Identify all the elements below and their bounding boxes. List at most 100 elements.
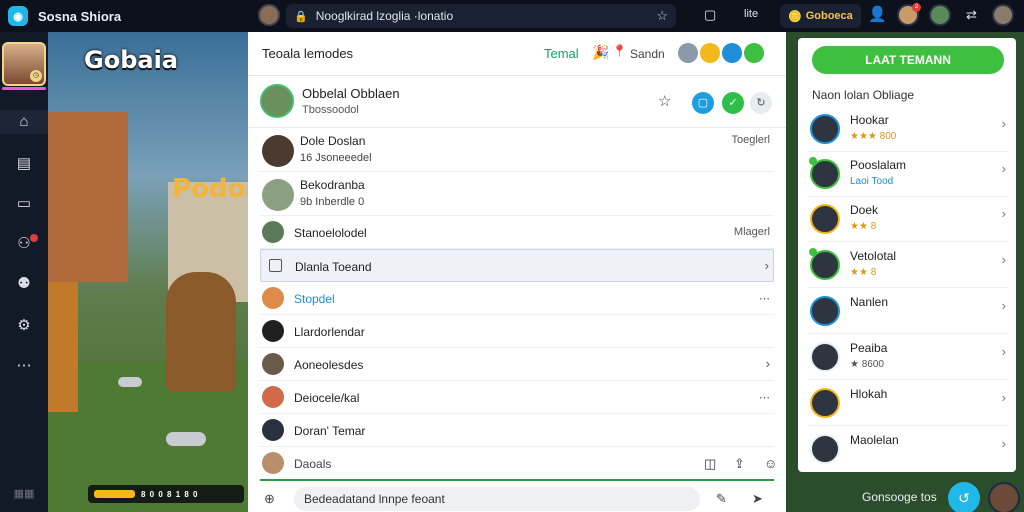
screen-icon[interactable]: ▢ bbox=[704, 7, 716, 23]
coins-pill[interactable]: 🪙 Goboeca bbox=[780, 4, 861, 28]
chevron-right-icon[interactable]: › bbox=[1002, 206, 1006, 221]
friends-panel: LAAT TEMANN Naon lolan Obliage Hookar ★★… bbox=[786, 32, 1024, 512]
chat-row[interactable]: Deiocele/kal ⋯ bbox=[260, 381, 774, 414]
emoji-icon[interactable]: ☺ bbox=[764, 456, 777, 471]
avatar[interactable] bbox=[262, 320, 284, 342]
chat-row[interactable]: Stopdel ⋯ bbox=[260, 282, 774, 315]
grid-icon[interactable]: ▦▦ bbox=[12, 482, 36, 506]
chevron-right-icon[interactable]: › bbox=[765, 258, 769, 273]
add-icon[interactable]: ⊕ bbox=[264, 491, 275, 507]
chat-row[interactable]: Dole Doslan 16 Jsoneeedel Toeglerl bbox=[260, 128, 774, 172]
avatar[interactable] bbox=[810, 342, 840, 372]
select-checkbox[interactable] bbox=[269, 259, 282, 272]
chat-row[interactable]: Aoneolesdes › bbox=[260, 348, 774, 381]
friend-item[interactable]: Maolelan › bbox=[808, 428, 1008, 472]
game-title: Gobaia bbox=[84, 46, 178, 74]
upload-icon[interactable]: ⇪ bbox=[734, 456, 745, 472]
friend-item[interactable]: Doek ★★ 8 › bbox=[808, 198, 1008, 242]
avatar[interactable] bbox=[810, 114, 840, 144]
member-avatar[interactable] bbox=[744, 43, 764, 63]
message-input[interactable]: Bedeadatand lnnpe feoant bbox=[294, 487, 700, 511]
avatar[interactable] bbox=[262, 452, 284, 474]
home-icon[interactable]: ⌂ bbox=[0, 110, 48, 134]
more-icon[interactable]: ⋯ bbox=[759, 391, 770, 404]
tab-team[interactable]: Temal bbox=[544, 46, 579, 61]
chat-row[interactable]: Bekodranba 9b Inberdle 0 bbox=[260, 172, 774, 216]
star-icon[interactable]: ☆ bbox=[656, 8, 668, 24]
avatar[interactable] bbox=[810, 434, 840, 464]
avatar[interactable] bbox=[810, 296, 840, 326]
app-logo-icon[interactable]: ◉ bbox=[8, 6, 28, 26]
chat-row[interactable]: Stanoelolodel Mlagerl bbox=[260, 216, 774, 249]
online-dot bbox=[809, 248, 817, 256]
inbox-icon[interactable]: ▭ bbox=[12, 192, 36, 216]
avatar[interactable] bbox=[810, 388, 840, 418]
friend-item[interactable]: Pooslalam Laoi Tood › bbox=[808, 153, 1008, 197]
share-icon[interactable]: ⇄ bbox=[966, 7, 977, 23]
party-icon[interactable]: ⚉ bbox=[12, 272, 36, 296]
account-avatar[interactable] bbox=[992, 4, 1014, 26]
chevron-right-icon[interactable]: › bbox=[1002, 252, 1006, 267]
avatar[interactable] bbox=[262, 221, 284, 243]
send-icon[interactable]: ➤ bbox=[752, 491, 763, 507]
more-icon[interactable]: ⋯ bbox=[759, 292, 770, 305]
camera-icon[interactable]: ◫ bbox=[704, 456, 716, 472]
open-chat[interactable]: Obbelal Obblaen Tbossoodol ☆ ▢ ✓ ↻ bbox=[248, 76, 786, 128]
add-friend-button[interactable]: LAAT TEMANN bbox=[812, 46, 1004, 74]
chevron-right-icon[interactable]: › bbox=[1002, 390, 1006, 405]
more-icon[interactable]: ⋯ bbox=[12, 354, 36, 378]
game-character bbox=[166, 272, 236, 392]
address-bar[interactable]: 🔒 Nooglkirad lzoglia ·lonatio ☆ bbox=[286, 4, 676, 28]
friend-name: Maolelan bbox=[850, 433, 899, 447]
chat-button[interactable]: ↺ bbox=[948, 482, 980, 512]
notification-badge: 2 bbox=[912, 3, 921, 12]
avatar[interactable] bbox=[262, 287, 284, 309]
user-icon[interactable]: 👤 bbox=[868, 5, 887, 23]
profile-avatar[interactable] bbox=[258, 4, 280, 26]
avatar[interactable] bbox=[262, 179, 294, 211]
avatar[interactable] bbox=[260, 84, 294, 118]
friend-item[interactable]: Hlokah › bbox=[808, 382, 1008, 426]
chevron-right-icon[interactable]: › bbox=[1002, 436, 1006, 451]
lite-icon[interactable]: lite bbox=[744, 8, 758, 20]
chevron-right-icon[interactable]: › bbox=[1002, 298, 1006, 313]
member-avatar[interactable] bbox=[722, 43, 742, 63]
coin-icon: 🪙 bbox=[788, 10, 802, 23]
avatar[interactable] bbox=[262, 386, 284, 408]
self-avatar[interactable] bbox=[988, 482, 1020, 512]
open-chat-status: Tbossoodol bbox=[302, 104, 359, 116]
chat-row[interactable]: Doran' Temar bbox=[260, 414, 774, 447]
my-avatar[interactable]: ◷ bbox=[2, 42, 46, 90]
chevron-right-icon[interactable]: › bbox=[1002, 344, 1006, 359]
avatar[interactable] bbox=[262, 135, 294, 167]
header-sub-label[interactable]: Sandn bbox=[630, 47, 665, 61]
friend-item[interactable]: Peaiba ★ 8600 › bbox=[808, 336, 1008, 380]
game-view[interactable]: Podoa Gobaia 8 0 0 8 1 8 0 bbox=[48, 32, 248, 512]
refresh-button[interactable]: ↻ bbox=[750, 92, 772, 114]
party-icon[interactable]: 🎉 bbox=[592, 44, 609, 61]
chat-row[interactable]: Llardorlendar bbox=[260, 315, 774, 348]
star-icon[interactable]: ☆ bbox=[658, 92, 671, 110]
friend-item[interactable]: Vetolotal ★★ 8 › bbox=[808, 244, 1008, 288]
friend-avatar[interactable] bbox=[929, 4, 951, 26]
video-button[interactable]: ▢ bbox=[692, 92, 714, 114]
member-avatar[interactable] bbox=[700, 43, 720, 63]
member-avatar[interactable] bbox=[678, 43, 698, 63]
friend-item[interactable]: Nanlen › bbox=[808, 290, 1008, 334]
avatar[interactable] bbox=[262, 353, 284, 375]
friends-section-title: Naon lolan Obliage bbox=[812, 88, 915, 102]
pin-icon[interactable]: 📍 bbox=[612, 44, 627, 58]
chevron-right-icon[interactable]: › bbox=[766, 356, 770, 371]
chat-row-name: Dlanla Toeand bbox=[295, 260, 372, 274]
mic-icon[interactable]: ✎ bbox=[716, 491, 727, 507]
accept-button[interactable]: ✓ bbox=[722, 92, 744, 114]
friend-item[interactable]: Hookar ★★★ 800 › bbox=[808, 108, 1008, 152]
chevron-right-icon[interactable]: › bbox=[1002, 116, 1006, 131]
store-icon[interactable]: ▤ bbox=[12, 152, 36, 176]
chat-row-name: Doran' Temar bbox=[294, 424, 366, 438]
settings-icon[interactable]: ⚙ bbox=[12, 314, 36, 338]
chat-row-selected[interactable]: Dlanla Toeand › bbox=[260, 249, 774, 282]
chevron-right-icon[interactable]: › bbox=[1002, 161, 1006, 176]
avatar[interactable] bbox=[262, 419, 284, 441]
avatar[interactable] bbox=[810, 204, 840, 234]
